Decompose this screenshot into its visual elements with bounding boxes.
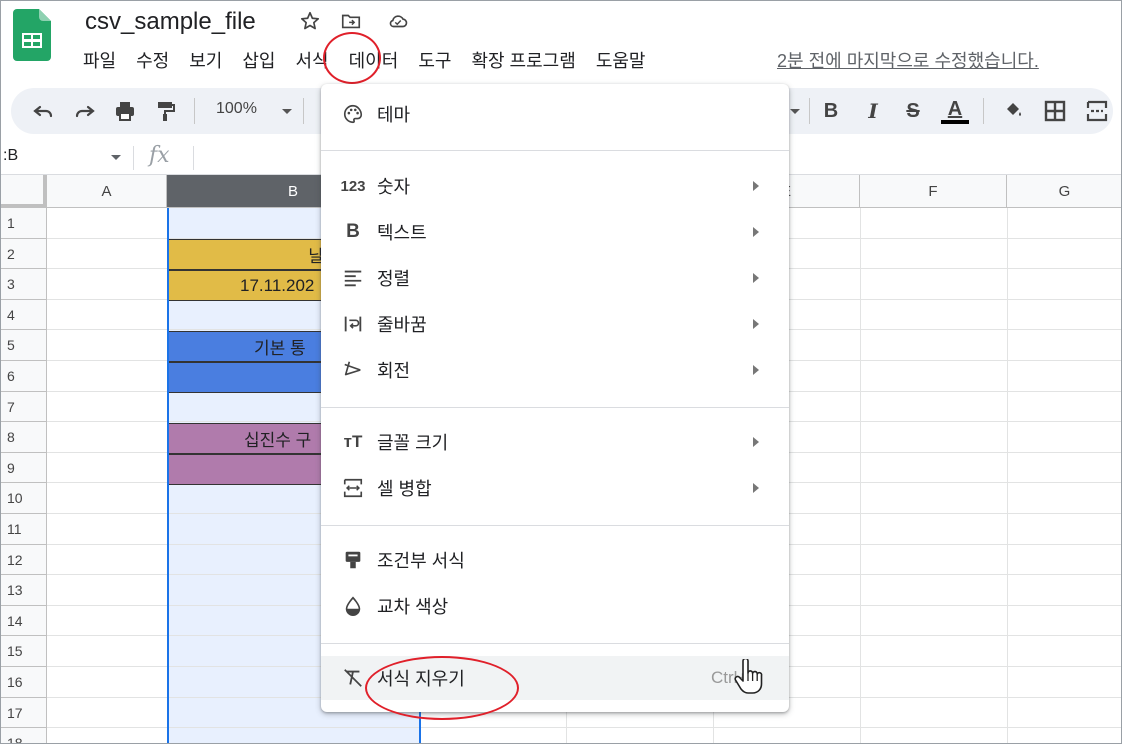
last-edit-link[interactable]: 2분 전에 마지막으로 수정했습니다. <box>777 45 1039 77</box>
conditional-format-icon <box>341 548 365 572</box>
row-header-4[interactable]: 4 <box>1 299 47 331</box>
submenu-arrow-icon <box>753 319 759 329</box>
palette-icon <box>341 102 365 126</box>
row-header-17[interactable]: 17 <box>1 697 47 729</box>
star-icon[interactable] <box>299 10 321 32</box>
row-header-10[interactable]: 10 <box>1 483 47 514</box>
format-menu-alternating-colors-label: 교차 색상 <box>377 597 449 617</box>
merge-cells-icon <box>341 476 365 500</box>
align-left-icon <box>341 266 365 290</box>
row-header-14[interactable]: 14 <box>1 605 47 637</box>
redo-icon[interactable] <box>71 97 99 125</box>
column-header-a[interactable]: A <box>47 175 167 208</box>
column-header-g[interactable]: G <box>1007 175 1121 208</box>
format-menu-text[interactable]: B 텍스트 <box>321 210 789 254</box>
format-menu-conditional-formatting[interactable]: 조건부 서식 <box>321 538 789 582</box>
number-format-icon: 123 <box>340 177 366 195</box>
format-menu-clear-formatting-label: 서식 지우기 <box>377 669 465 689</box>
submenu-arrow-icon <box>753 437 759 447</box>
menu-tools[interactable]: 도구 <box>408 45 461 77</box>
strikethrough-icon[interactable]: S <box>899 97 927 125</box>
format-menu-conditional-formatting-label: 조건부 서식 <box>377 551 465 571</box>
sheets-logo-icon[interactable] <box>13 9 51 61</box>
format-menu-theme[interactable]: 테마 <box>321 92 789 136</box>
text-color-letter: A <box>947 97 963 120</box>
format-menu-font-size[interactable]: тT 글꼴 크기 <box>321 420 789 464</box>
row-header-3[interactable]: 3 <box>1 269 47 300</box>
row-header-9[interactable]: 9 <box>1 452 47 484</box>
submenu-arrow-icon <box>753 273 759 283</box>
row-header-5[interactable]: 5 <box>1 330 47 361</box>
row-header-8[interactable]: 8 <box>1 422 47 453</box>
select-all-corner[interactable] <box>1 175 47 208</box>
menu-insert[interactable]: 삽입 <box>232 45 285 77</box>
format-menu-number[interactable]: 123 숫자 <box>321 164 789 208</box>
document-title[interactable]: csv_sample_file <box>85 8 256 36</box>
move-folder-icon[interactable] <box>340 10 362 32</box>
submenu-arrow-icon <box>753 365 759 375</box>
row-header-18[interactable]: 18 <box>1 728 47 743</box>
text-wrap-icon <box>341 312 365 336</box>
row-header-6[interactable]: 6 <box>1 361 47 392</box>
row-header-7[interactable]: 7 <box>1 391 47 423</box>
merge-icon[interactable] <box>1083 97 1111 125</box>
column-header-f[interactable]: F <box>860 175 1007 208</box>
menu-extensions[interactable]: 확장 프로그램 <box>461 45 585 77</box>
row-header-11[interactable]: 11 <box>1 514 47 545</box>
menu-bar: 파일 수정 보기 삽입 서식 데이터 도구 확장 프로그램 도움말 <box>73 45 656 77</box>
format-menu-alignment[interactable]: 정렬 <box>321 256 789 300</box>
zoom-dropdown-icon[interactable] <box>273 97 301 125</box>
menu-edit[interactable]: 수정 <box>126 45 179 77</box>
menu-view[interactable]: 보기 <box>179 45 232 77</box>
row-header-16[interactable]: 16 <box>1 667 47 698</box>
menu-help[interactable]: 도움말 <box>586 45 656 77</box>
submenu-arrow-icon <box>753 227 759 237</box>
text-color-swatch <box>941 119 969 124</box>
bold-icon[interactable]: B <box>817 97 845 125</box>
clear-format-icon <box>341 666 365 690</box>
text-color-icon[interactable]: A <box>941 97 969 125</box>
format-menu-merge-cells-label: 셀 병합 <box>377 479 432 499</box>
bold-text-icon: B <box>346 221 360 242</box>
format-menu-number-label: 숫자 <box>377 177 411 197</box>
fx-icon: fx <box>149 143 170 168</box>
row-header-13[interactable]: 13 <box>1 575 47 606</box>
hand-cursor-icon <box>734 659 763 694</box>
font-size-icon: тT <box>343 432 363 451</box>
format-menu-alternating-colors[interactable]: 교차 색상 <box>321 584 789 628</box>
print-icon[interactable] <box>111 97 139 125</box>
menu-file[interactable]: 파일 <box>73 45 126 77</box>
alternating-colors-icon <box>341 594 365 618</box>
format-menu-wrapping-label: 줄바꿈 <box>377 315 427 335</box>
menu-data[interactable]: 데이터 <box>339 45 409 77</box>
text-rotation-icon <box>341 358 365 382</box>
fill-color-icon[interactable] <box>999 97 1027 125</box>
format-menu-text-label: 텍스트 <box>377 223 427 243</box>
borders-icon[interactable] <box>1041 97 1069 125</box>
cloud-saved-icon[interactable] <box>387 10 409 32</box>
name-box-dropdown-icon[interactable] <box>111 155 121 160</box>
row-header-15[interactable]: 15 <box>1 636 47 667</box>
row-header-1[interactable]: 1 <box>1 208 47 239</box>
format-menu-theme-label: 테마 <box>377 105 411 125</box>
format-menu-clear-formatting[interactable]: 서식 지우기 Ctrl+\ <box>321 656 789 700</box>
undo-icon[interactable] <box>29 97 57 125</box>
format-menu-rotation[interactable]: 회전 <box>321 348 789 392</box>
format-menu-wrapping[interactable]: 줄바꿈 <box>321 302 789 346</box>
row-header-12[interactable]: 12 <box>1 544 47 576</box>
format-menu-merge-cells[interactable]: 셀 병합 <box>321 466 789 510</box>
format-menu-rotation-label: 회전 <box>377 361 411 381</box>
row-header-2[interactable]: 2 <box>1 238 47 270</box>
format-menu-font-size-label: 글꼴 크기 <box>377 433 449 453</box>
submenu-arrow-icon <box>753 483 759 493</box>
submenu-arrow-icon <box>753 181 759 191</box>
zoom-value[interactable]: 100% <box>216 100 257 118</box>
format-menu: 테마 123 숫자 B 텍스트 정렬 줄바꿈 회전 тT 글꼴 크기 셀 병합 … <box>321 84 789 712</box>
italic-icon[interactable]: I <box>859 97 887 125</box>
paint-format-icon[interactable] <box>151 97 179 125</box>
menu-format[interactable]: 서식 <box>286 45 339 77</box>
format-menu-alignment-label: 정렬 <box>377 269 411 289</box>
app-window: csv_sample_file 파일 수정 보기 삽입 서식 데이터 도구 확장… <box>0 0 1122 744</box>
